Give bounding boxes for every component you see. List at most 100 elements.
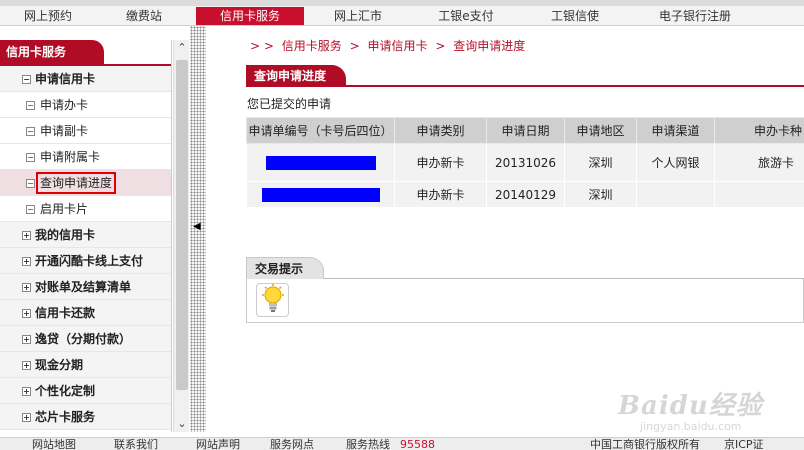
sidebar-item-apply-supplementary[interactable]: − 申请附属卡 — [0, 144, 171, 170]
card-type-cell: 旅游卡 — [714, 143, 804, 182]
expand-icon: + — [22, 231, 31, 240]
top-strip — [0, 0, 804, 6]
section-header-query-progress: 查询申请进度 — [246, 65, 804, 87]
application-number-cell[interactable] — [246, 181, 395, 208]
breadcrumb-separator: > — [435, 39, 446, 53]
footer-link-contact[interactable]: 联系我们 — [114, 438, 158, 450]
watermark-url: jingyan.baidu.com — [640, 420, 742, 433]
sidebar-item-label: 申请副卡 — [40, 124, 89, 138]
sidebar-group-chip-card[interactable]: + 芯片卡服务 — [0, 404, 171, 430]
sidebar-item-label: 芯片卡服务 — [35, 410, 96, 424]
breadcrumb-current: 查询申请进度 — [453, 39, 526, 53]
baidu-watermark: Baidu经验 jingyan.baidu.com — [618, 385, 798, 433]
sidebar-title: 信用卡服务 — [0, 40, 104, 64]
masked-application-number — [261, 187, 380, 202]
footer-link-sitemap[interactable]: 网站地图 — [32, 438, 76, 450]
expand-icon: + — [22, 309, 31, 318]
left-sidebar: 信用卡服务 − 申请信用卡 − 申请办卡 − 申请副卡 − 申请附属卡 − 查询… — [0, 40, 172, 432]
expand-icon: + — [22, 361, 31, 370]
nav-tab-payment-station[interactable]: 缴费站 — [96, 7, 192, 25]
card-type-cell — [714, 181, 804, 208]
channel-cell: 个人网银 — [636, 143, 715, 182]
nav-tab-online-booking[interactable]: 网上预约 — [0, 7, 96, 25]
region-cell: 深圳 — [564, 143, 637, 182]
sidebar-group-statements[interactable]: + 对账单及结算清单 — [0, 274, 171, 300]
table-row[interactable]: 申办新卡 20131026 深圳 个人网银 旅游卡 — [246, 143, 804, 182]
top-navigation: 网上预约 缴费站 信用卡服务 网上汇市 工银e支付 工银信使 电子银行注册 — [0, 0, 804, 26]
breadcrumb-prefix: > > — [250, 39, 274, 53]
collapse-icon: − — [22, 75, 31, 84]
column-header-application-date: 申请日期 — [486, 117, 565, 144]
sidebar-group-installment[interactable]: + 逸贷（分期付款） — [0, 326, 171, 352]
breadcrumb: > > 信用卡服务 > 申请信用卡 > 查询申请进度 — [250, 37, 529, 55]
application-date-cell: 20140129 — [486, 181, 565, 208]
sidebar-item-apply-new[interactable]: − 申请办卡 — [0, 92, 171, 118]
column-header-application-number: 申请单编号（卡号后四位） — [246, 117, 395, 144]
footer-hotline-label: 服务热线 — [346, 438, 390, 450]
application-type-cell: 申办新卡 — [394, 181, 487, 208]
breadcrumb-link-credit-card-service[interactable]: 信用卡服务 — [282, 39, 342, 53]
sidebar-item-label: 我的信用卡 — [35, 228, 96, 242]
masked-application-number — [265, 155, 376, 170]
scrollbar-thumb[interactable] — [176, 60, 188, 390]
sidebar-item-label: 信用卡还款 — [35, 306, 96, 320]
expand-icon: + — [22, 257, 31, 266]
nav-tab-online-forex[interactable]: 网上汇市 — [304, 7, 412, 25]
sidebar-item-label: 查询申请进度 — [35, 172, 117, 194]
page-title: 查询申请进度 — [246, 65, 347, 87]
expand-icon: + — [22, 283, 31, 292]
footer-link-disclaimer[interactable]: 网站声明 — [196, 438, 240, 450]
sidebar-item-label: 申请办卡 — [40, 98, 89, 112]
scroll-up-icon[interactable]: ⌃ — [174, 40, 190, 56]
sidebar-group-my-cards[interactable]: + 我的信用卡 — [0, 222, 171, 248]
nav-tab-messenger[interactable]: 工银信使 — [520, 7, 630, 25]
panel-splitter[interactable]: ◀ — [190, 26, 206, 432]
sidebar-item-label: 逸贷（分期付款） — [35, 332, 132, 346]
footer-copyright: 中国工商银行版权所有 — [590, 438, 700, 450]
collapse-icon: − — [26, 205, 35, 214]
application-number-cell[interactable] — [246, 143, 395, 182]
collapse-icon: − — [26, 127, 35, 136]
section-header-transaction-tips: 交易提示 — [246, 257, 804, 279]
sidebar-group-customization[interactable]: + 个性化定制 — [0, 378, 171, 404]
channel-cell — [636, 181, 715, 208]
expand-icon: + — [22, 387, 31, 396]
collapse-icon: − — [26, 179, 35, 188]
footer: 网站地图 联系我们 网站声明 服务网点 服务热线 95588 中国工商银行版权所… — [0, 437, 804, 450]
footer-link-branches[interactable]: 服务网点 — [270, 438, 314, 450]
expand-icon: + — [22, 413, 31, 422]
sidebar-item-apply-secondary[interactable]: − 申请副卡 — [0, 118, 171, 144]
table-row[interactable]: 申办新卡 20140129 深圳 — [246, 181, 804, 208]
column-header-region: 申请地区 — [564, 117, 637, 144]
sidebar-item-query-progress[interactable]: − 查询申请进度 — [0, 170, 171, 196]
lightbulb-icon — [256, 283, 289, 317]
scroll-down-icon[interactable]: ⌄ — [174, 416, 190, 432]
breadcrumb-link-apply-card[interactable]: 申请信用卡 — [368, 39, 428, 53]
nav-tab-credit-card-service[interactable]: 信用卡服务 — [196, 7, 304, 25]
expand-icon: + — [22, 335, 31, 344]
sidebar-group-repayment[interactable]: + 信用卡还款 — [0, 300, 171, 326]
region-cell: 深圳 — [564, 181, 637, 208]
section-title-tips: 交易提示 — [246, 257, 325, 279]
sidebar-item-label: 现金分期 — [35, 358, 84, 372]
sidebar-item-label: 申请信用卡 — [35, 72, 96, 86]
nav-tab-e-pay[interactable]: 工银e支付 — [412, 7, 520, 25]
sidebar-group-cash-installment[interactable]: + 现金分期 — [0, 352, 171, 378]
sidebar-group-apply-card[interactable]: − 申请信用卡 — [0, 66, 171, 92]
collapse-left-icon[interactable]: ◀ — [193, 221, 201, 232]
sidebar-item-label: 个性化定制 — [35, 384, 96, 398]
sidebar-item-activate-card[interactable]: − 启用卡片 — [0, 196, 171, 222]
collapse-icon: − — [26, 101, 35, 110]
sidebar-item-label: 启用卡片 — [40, 202, 89, 216]
applications-table: 申请单编号（卡号后四位） 申请类别 申请日期 申请地区 申请渠道 申办卡种 申办… — [246, 117, 804, 208]
nav-tab-ebank-register[interactable]: 电子银行注册 — [630, 7, 760, 25]
column-header-application-type: 申请类别 — [394, 117, 487, 144]
tips-box — [246, 279, 804, 323]
footer-hotline-number: 95588 — [400, 438, 435, 450]
sidebar-item-label: 开通闪酷卡线上支付 — [35, 254, 144, 268]
breadcrumb-separator: > — [349, 39, 360, 53]
application-date-cell: 20131026 — [486, 143, 565, 182]
footer-icp: 京ICP证 030247 — [724, 438, 764, 450]
sidebar-scrollbar[interactable]: ⌃ ⌄ — [173, 40, 189, 432]
sidebar-group-online-pay[interactable]: + 开通闪酷卡线上支付 — [0, 248, 171, 274]
